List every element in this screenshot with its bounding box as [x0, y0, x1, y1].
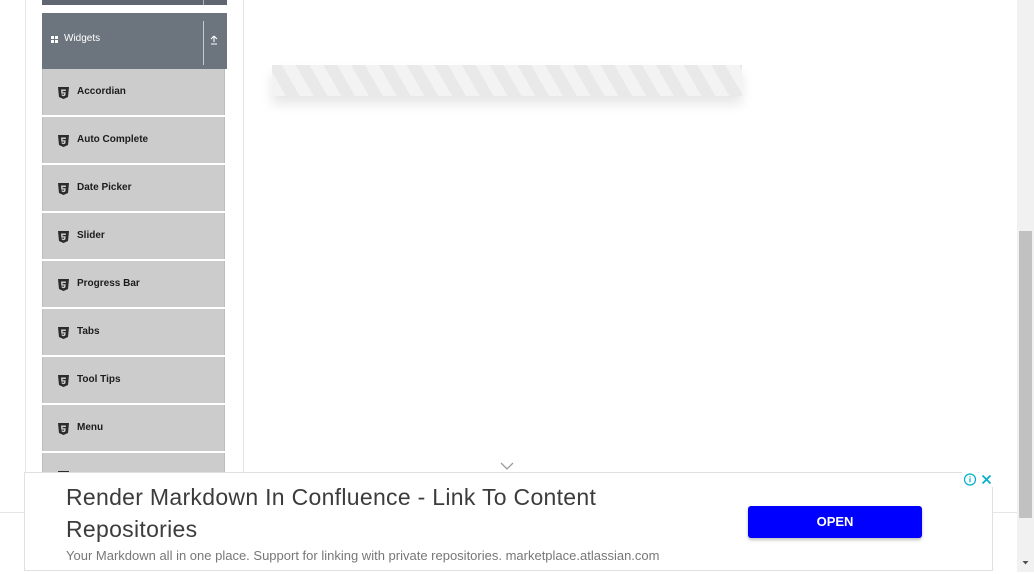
- sidebar-item-progress-bar[interactable]: Progress Bar: [42, 261, 225, 307]
- scroll-down-arrow-icon[interactable]: [1019, 556, 1032, 568]
- ad-headline[interactable]: Render Markdown In Confluence - Link To …: [66, 481, 706, 545]
- scrollbar-thumb[interactable]: [1019, 231, 1032, 518]
- html5-icon: [58, 230, 69, 243]
- sidebar-item-partial[interactable]: [42, 453, 225, 472]
- sidebar-item-slider[interactable]: Slider: [42, 213, 225, 259]
- loading-placeholder-banner: [272, 65, 742, 96]
- advertisement-banner[interactable]: Render Markdown In Confluence - Link To …: [24, 472, 993, 571]
- sidebar-item-label: Menu: [77, 422, 104, 433]
- sidebar-item-auto-complete[interactable]: Auto Complete: [42, 117, 225, 163]
- sidebar-item-label: Accordian: [77, 86, 126, 97]
- sidebar-item-label: Tabs: [77, 326, 100, 337]
- sidebar-item-label: Date Picker: [77, 182, 132, 193]
- html5-icon: [58, 86, 69, 99]
- collapse-up-icon[interactable]: [207, 35, 221, 49]
- sidebar-item-date-picker[interactable]: Date Picker: [42, 165, 225, 211]
- html5-icon: [58, 422, 69, 435]
- sidebar-item-label: Auto Complete: [77, 134, 149, 145]
- widgets-menu-list: Accordian Auto Complete Date Picker Slid…: [42, 69, 225, 472]
- ad-close-icon[interactable]: [979, 472, 994, 487]
- sidebar-item-label: Slider: [77, 230, 105, 241]
- sidebar-item-accordian[interactable]: Accordian: [42, 69, 225, 115]
- chevron-down-icon[interactable]: [500, 458, 514, 470]
- ad-description: Your Markdown all in one place. Support …: [66, 548, 660, 563]
- html5-icon: [58, 278, 69, 291]
- previous-group-header-edge[interactable]: [42, 0, 227, 5]
- sidebar-item-label: Progress Bar: [77, 278, 140, 289]
- sidebar-item-menu[interactable]: Menu: [42, 405, 225, 451]
- widgets-group-title: Widgets: [64, 33, 101, 44]
- group-header-separator: [203, 21, 204, 65]
- sidebar-item-tabs[interactable]: Tabs: [42, 309, 225, 355]
- html5-icon: [58, 326, 69, 339]
- html5-icon: [58, 374, 69, 387]
- html5-icon: [58, 134, 69, 147]
- grid-icon: [51, 36, 59, 44]
- widgets-group-header[interactable]: Widgets: [42, 13, 227, 69]
- sidebar-item-tool-tips[interactable]: Tool Tips: [42, 357, 225, 403]
- html5-icon: [58, 182, 69, 195]
- sidebar-divider: [243, 0, 244, 472]
- content-left-border: [25, 0, 26, 512]
- sidebar-item-label: Tool Tips: [77, 374, 121, 385]
- ad-open-button[interactable]: OPEN: [748, 506, 922, 538]
- ad-info-icon[interactable]: [962, 472, 978, 487]
